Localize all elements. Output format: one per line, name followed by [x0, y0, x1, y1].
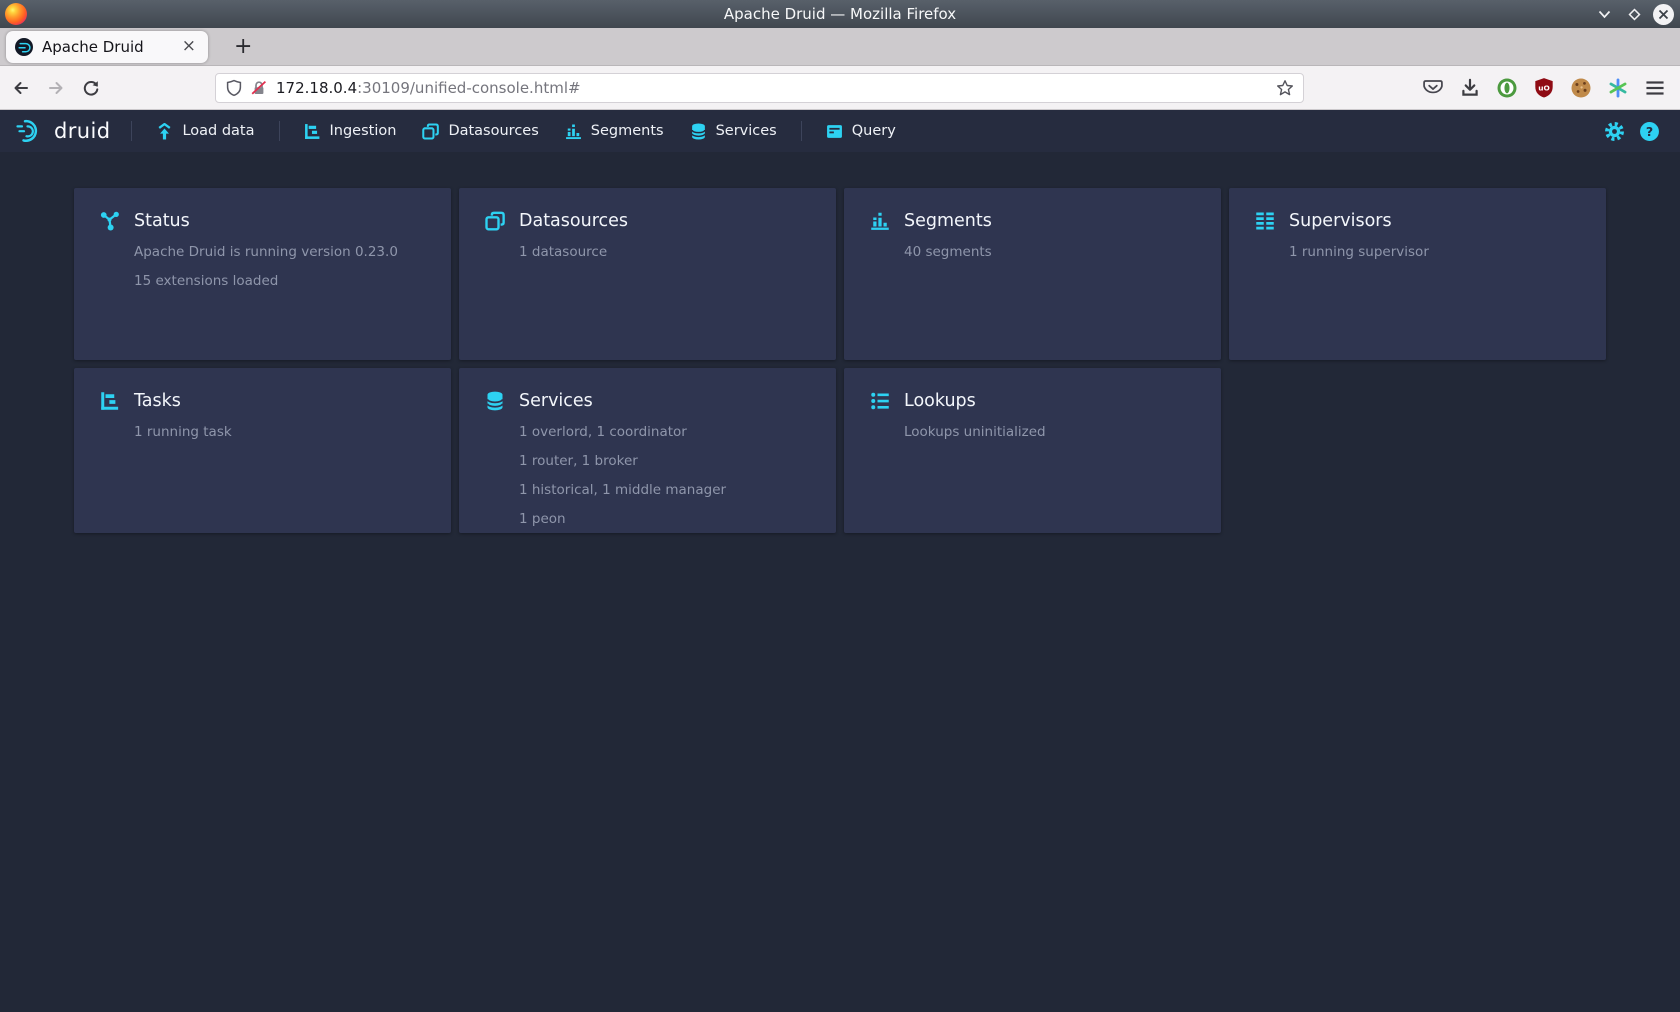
- tracking-shield-icon[interactable]: [225, 79, 243, 97]
- tab-title: Apache Druid: [42, 38, 179, 56]
- back-icon[interactable]: [10, 77, 32, 99]
- console-home: Status Apache Druid is running version 0…: [0, 152, 1680, 1012]
- nav-item-datasources[interactable]: Datasources: [409, 110, 551, 152]
- card-line: 40 segments: [904, 244, 1195, 260]
- nav-item-query[interactable]: Query: [813, 110, 909, 152]
- firefox-logo-icon: [5, 3, 27, 25]
- nav-item-ingestion[interactable]: Ingestion: [291, 110, 410, 152]
- gantt-icon: [100, 391, 120, 411]
- bookmark-star-icon[interactable]: [1276, 79, 1294, 97]
- svg-text:uO: uO: [1538, 83, 1550, 92]
- settings-gear-icon[interactable]: [1604, 121, 1625, 142]
- druid-favicon-icon: [15, 38, 33, 56]
- gantt-icon: [304, 123, 321, 140]
- card-line: 15 extensions loaded: [134, 273, 425, 289]
- nav-label: Query: [852, 123, 896, 139]
- stack-icon: [485, 211, 505, 231]
- bar-chart-icon: [565, 123, 582, 140]
- card-line: 1 historical, 1 middle manager: [519, 482, 810, 498]
- card-tasks[interactable]: Tasks 1 running task: [74, 368, 451, 533]
- card-title: Status: [134, 211, 190, 231]
- window-title: Apache Druid — Mozilla Firefox: [724, 5, 956, 23]
- list-columns-icon: [1255, 211, 1275, 231]
- card-services[interactable]: Services 1 overlord, 1 coordinator 1 rou…: [459, 368, 836, 533]
- window-controls: [1593, 0, 1674, 28]
- nav-label: Segments: [591, 123, 664, 139]
- card-lookups[interactable]: Lookups Lookups uninitialized: [844, 368, 1221, 533]
- minimize-icon[interactable]: [1593, 3, 1615, 25]
- downloads-icon[interactable]: [1459, 77, 1481, 99]
- card-line: 1 peon: [519, 511, 810, 527]
- druid-wordmark: druid: [54, 119, 110, 143]
- druid-navbar: druid Load data Ingestion Datasources Se: [0, 110, 1680, 152]
- nav-item-segments[interactable]: Segments: [552, 110, 677, 152]
- graph-icon: [100, 211, 120, 231]
- svg-text:?: ?: [1646, 124, 1653, 139]
- status-cards-grid: Status Apache Druid is running version 0…: [0, 152, 1680, 569]
- nav-label: Datasources: [448, 123, 538, 139]
- nav-label: Services: [716, 123, 777, 139]
- console-icon: [826, 123, 843, 140]
- close-icon[interactable]: [1653, 4, 1674, 25]
- card-segments[interactable]: Segments 40 segments: [844, 188, 1221, 360]
- navbar-divider: [801, 121, 802, 141]
- extension-green-icon[interactable]: [1496, 77, 1518, 99]
- url-path: :30109/unified-console.html#: [357, 79, 580, 97]
- new-tab-button[interactable]: +: [226, 34, 260, 60]
- stack-icon: [422, 123, 439, 140]
- nav-item-load-data[interactable]: Load data: [143, 110, 267, 152]
- card-line: 1 running supervisor: [1289, 244, 1580, 260]
- card-title: Lookups: [904, 391, 976, 411]
- url-text: 172.18.0.4:30109/unified-console.html#: [276, 79, 581, 97]
- card-status[interactable]: Status Apache Druid is running version 0…: [74, 188, 451, 360]
- pocket-icon[interactable]: [1422, 77, 1444, 99]
- database-icon: [485, 391, 505, 411]
- tab-close-icon[interactable]: ×: [179, 38, 199, 55]
- card-title: Tasks: [134, 391, 181, 411]
- card-line: Lookups uninitialized: [904, 424, 1195, 440]
- card-title: Supervisors: [1289, 211, 1392, 231]
- card-title: Datasources: [519, 211, 628, 231]
- tab-apache-druid[interactable]: Apache Druid ×: [6, 31, 208, 63]
- cookie-extension-icon[interactable]: [1570, 77, 1592, 99]
- nav-label: Load data: [182, 123, 254, 139]
- url-bar[interactable]: 172.18.0.4:30109/unified-console.html#: [215, 73, 1304, 103]
- reload-icon[interactable]: [80, 77, 102, 99]
- card-line: 1 datasource: [519, 244, 810, 260]
- properties-icon: [870, 391, 890, 411]
- druid-swirl-icon: [16, 118, 46, 144]
- navbar-divider: [131, 121, 132, 141]
- card-line: Apache Druid is running version 0.23.0: [134, 244, 425, 260]
- database-icon: [690, 123, 707, 140]
- card-title: Segments: [904, 211, 992, 231]
- card-datasources[interactable]: Datasources 1 datasource: [459, 188, 836, 360]
- upload-icon: [156, 123, 173, 140]
- asterisk-extension-icon[interactable]: [1607, 77, 1629, 99]
- forward-icon[interactable]: [45, 77, 67, 99]
- maximize-icon[interactable]: [1623, 3, 1645, 25]
- card-title: Services: [519, 391, 593, 411]
- help-icon[interactable]: ?: [1639, 121, 1660, 142]
- card-line: 1 overlord, 1 coordinator: [519, 424, 810, 440]
- nav-item-services[interactable]: Services: [677, 110, 790, 152]
- hamburger-menu-icon[interactable]: [1644, 77, 1666, 99]
- card-line: 1 router, 1 broker: [519, 453, 810, 469]
- bar-chart-icon: [870, 211, 890, 231]
- browser-toolbar: 172.18.0.4:30109/unified-console.html# u…: [0, 66, 1680, 110]
- url-host: 172.18.0.4: [276, 79, 357, 97]
- nav-label: Ingestion: [330, 123, 397, 139]
- tab-bar: Apache Druid × +: [0, 28, 1680, 66]
- ublock-origin-icon[interactable]: uO: [1533, 77, 1555, 99]
- card-supervisors[interactable]: Supervisors 1 running supervisor: [1229, 188, 1606, 360]
- insecure-lock-icon[interactable]: [250, 79, 268, 97]
- druid-logo[interactable]: druid: [16, 118, 110, 144]
- navbar-divider: [279, 121, 280, 141]
- window-titlebar: Apache Druid — Mozilla Firefox: [0, 0, 1680, 28]
- card-line: 1 running task: [134, 424, 425, 440]
